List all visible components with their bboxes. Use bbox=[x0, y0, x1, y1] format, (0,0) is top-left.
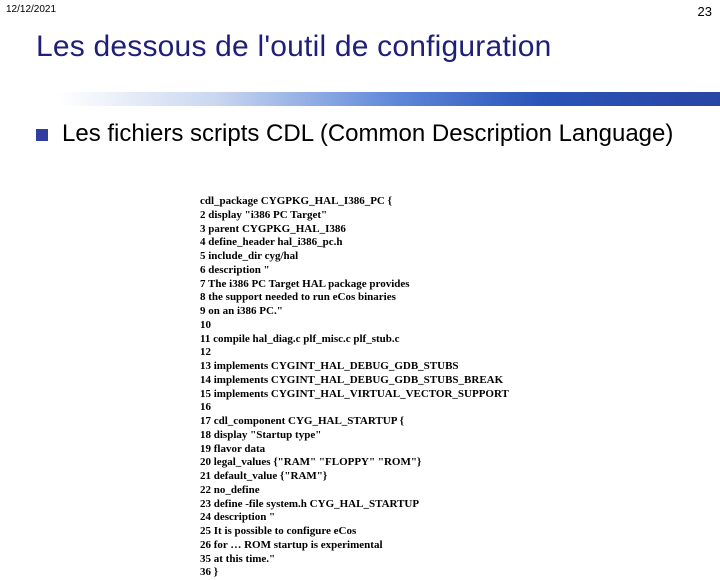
code-line: 13 implements CYGINT_HAL_DEBUG_GDB_STUBS bbox=[200, 360, 560, 374]
code-line: 18 display "Startup type" bbox=[200, 429, 560, 443]
code-line: 17 cdl_component CYG_HAL_STARTUP { bbox=[200, 415, 560, 429]
title-underline-stripe bbox=[0, 92, 720, 106]
code-line: 8 the support needed to run eCos binarie… bbox=[200, 291, 560, 305]
code-line: 14 implements CYGINT_HAL_DEBUG_GDB_STUBS… bbox=[200, 374, 560, 388]
code-line: 9 on an i386 PC." bbox=[200, 305, 560, 319]
slide-date: 12/12/2021 bbox=[6, 4, 56, 15]
slide: 12/12/2021 23 Les dessous de l'outil de … bbox=[0, 0, 720, 540]
code-line: 25 It is possible to configure eCos bbox=[200, 525, 560, 539]
code-line: 16 bbox=[200, 401, 560, 415]
code-line: 35 at this time." bbox=[200, 553, 560, 567]
code-line: 20 legal_values {"RAM" "FLOPPY" "ROM"} bbox=[200, 456, 560, 470]
code-line: 21 default_value {"RAM"} bbox=[200, 470, 560, 484]
code-line: 12 bbox=[200, 346, 560, 360]
code-line: 11 compile hal_diag.c plf_misc.c plf_stu… bbox=[200, 333, 560, 347]
bullet-text: Les fichiers scripts CDL (Common Descrip… bbox=[62, 120, 673, 149]
slide-number: 23 bbox=[698, 4, 712, 19]
slide-body: Les fichiers scripts CDL (Common Descrip… bbox=[36, 120, 684, 149]
square-bullet-icon bbox=[36, 129, 48, 141]
code-line: 22 no_define bbox=[200, 484, 560, 498]
code-line: 26 for … ROM startup is experimental bbox=[200, 539, 560, 553]
code-line: 6 description " bbox=[200, 264, 560, 278]
code-line: 23 define -file system.h CYG_HAL_STARTUP bbox=[200, 498, 560, 512]
code-line: 3 parent CYGPKG_HAL_I386 bbox=[200, 223, 560, 237]
code-listing: cdl_package CYGPKG_HAL_I386_PC { 2 displ… bbox=[200, 195, 560, 580]
code-line: 5 include_dir cyg/hal bbox=[200, 250, 560, 264]
code-line: 15 implements CYGINT_HAL_VIRTUAL_VECTOR_… bbox=[200, 388, 560, 402]
code-line: 19 flavor data bbox=[200, 443, 560, 457]
bullet-item: Les fichiers scripts CDL (Common Descrip… bbox=[36, 120, 684, 149]
code-line: 4 define_header hal_i386_pc.h bbox=[200, 236, 560, 250]
code-line: 7 The i386 PC Target HAL package provide… bbox=[200, 278, 560, 292]
code-line: 10 bbox=[200, 319, 560, 333]
code-line: cdl_package CYGPKG_HAL_I386_PC { bbox=[200, 195, 560, 209]
code-line: 36 } bbox=[200, 566, 560, 580]
slide-title: Les dessous de l'outil de configuration bbox=[36, 30, 700, 64]
code-line: 24 description " bbox=[200, 511, 560, 525]
code-line: 2 display "i386 PC Target" bbox=[200, 209, 560, 223]
